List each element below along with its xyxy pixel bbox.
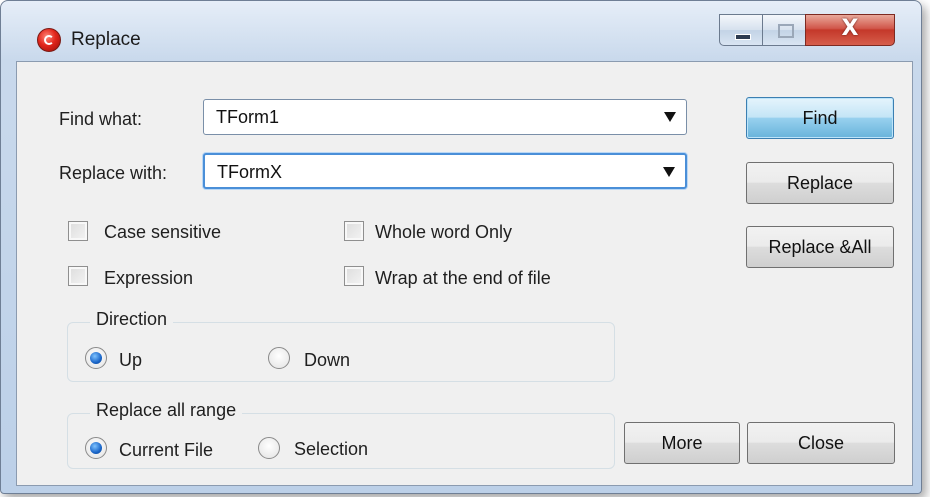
direction-group: Direction Up Down — [67, 309, 615, 382]
maximize-icon — [778, 24, 794, 38]
dropdown-arrow-icon[interactable] — [664, 112, 676, 122]
expression-label[interactable]: Expression — [104, 268, 193, 289]
replace-button[interactable]: Replace — [746, 162, 894, 204]
whole-word-label[interactable]: Whole word Only — [375, 222, 512, 243]
wrap-label[interactable]: Wrap at the end of file — [375, 268, 551, 289]
more-button[interactable]: More — [624, 422, 740, 464]
title-bar[interactable]: Replace X — [1, 1, 921, 57]
direction-group-title: Direction — [90, 309, 174, 330]
find-what-combo[interactable]: TForm1 — [203, 99, 687, 135]
direction-down-label[interactable]: Down — [304, 350, 350, 371]
replace-all-button[interactable]: Replace &All — [746, 226, 894, 268]
replace-with-value: TFormX — [217, 162, 282, 182]
direction-up-radio[interactable] — [85, 347, 107, 369]
find-what-label: Find what: — [59, 109, 143, 129]
expression-checkbox[interactable] — [68, 266, 88, 286]
replace-range-group-title: Replace all range — [90, 400, 243, 421]
close-icon: X — [841, 16, 859, 41]
direction-up-label[interactable]: Up — [119, 350, 142, 371]
minimize-icon — [735, 34, 751, 40]
replace-range-group: Replace all range Current File Selection — [67, 400, 615, 469]
window-title: Replace — [71, 29, 141, 50]
close-button[interactable]: Close — [747, 422, 895, 464]
direction-down-radio[interactable] — [268, 347, 290, 369]
range-selection-label[interactable]: Selection — [294, 439, 368, 460]
whole-word-checkbox[interactable] — [344, 221, 364, 241]
find-what-value: TForm1 — [216, 107, 279, 127]
wrap-checkbox[interactable] — [344, 266, 364, 286]
replace-with-combo[interactable]: TFormX — [203, 153, 687, 189]
minimize-button[interactable] — [719, 14, 763, 46]
case-sensitive-label[interactable]: Case sensitive — [104, 222, 221, 243]
dropdown-arrow-icon[interactable] — [663, 167, 675, 177]
find-button[interactable]: Find — [746, 97, 894, 139]
maximize-button[interactable] — [762, 14, 806, 46]
replace-dialog-window: Replace X Find what: TForm1 Replace with… — [0, 0, 922, 494]
range-current-file-radio[interactable] — [85, 437, 107, 459]
case-sensitive-checkbox[interactable] — [68, 221, 88, 241]
replace-with-label: Replace with: — [59, 163, 168, 183]
close-window-button[interactable]: X — [805, 14, 895, 46]
range-selection-radio[interactable] — [258, 437, 280, 459]
dialog-client-area: Find what: TForm1 Replace with: TFormX C… — [16, 61, 913, 486]
range-current-file-label[interactable]: Current File — [119, 440, 213, 461]
app-icon — [37, 28, 61, 52]
